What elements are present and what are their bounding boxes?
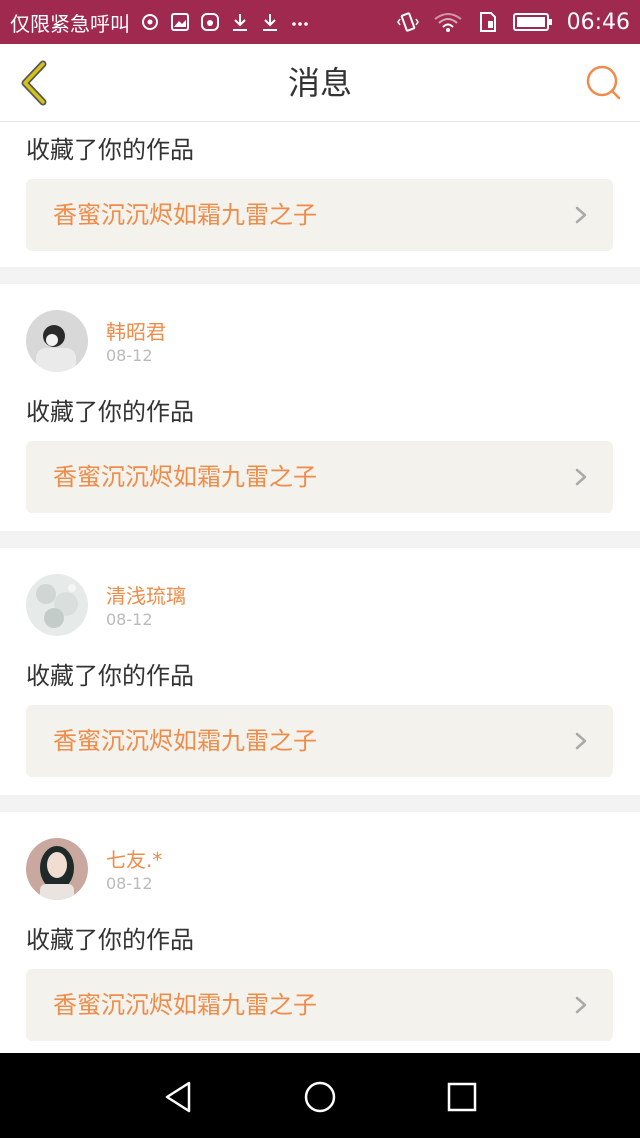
work-title: 香蜜沉沉烬如霜九雷之子 [53,463,317,491]
avatar[interactable] [26,574,88,636]
chevron-right-icon [575,468,587,486]
battery-icon [512,11,553,33]
avatar[interactable] [26,838,88,900]
username[interactable]: 七友.* [106,844,162,873]
message-list[interactable]: 收藏了你的作品 香蜜沉沉烬如霜九雷之子 韩昭君 08-12 收藏了你的作品 香蜜… [0,122,640,1053]
chevron-right-icon [575,732,587,750]
page-title: 消息 [287,64,352,102]
work-link[interactable]: 香蜜沉沉烬如霜九雷之子 [26,969,613,1041]
nav-home-button[interactable] [298,1075,342,1119]
avatar[interactable] [26,310,88,372]
message-date: 08-12 [106,874,153,893]
home-circle-icon [304,1081,336,1113]
user-row[interactable]: 韩昭君 08-12 [26,310,586,372]
camera-icon [200,12,220,32]
work-link[interactable]: 香蜜沉沉烬如霜九雷之子 [26,705,613,777]
download-icon [230,12,250,32]
search-button[interactable] [584,63,624,103]
work-link[interactable]: 香蜜沉沉烬如霜九雷之子 [26,179,613,251]
action-text: 收藏了你的作品 [26,136,194,164]
work-title: 香蜜沉沉烬如霜九雷之子 [53,201,317,229]
username[interactable]: 清浅琉璃 [106,580,186,609]
carrier-text: 仅限紧急呼叫 [10,11,130,36]
system-nav-bar [0,1053,640,1138]
action-text: 收藏了你的作品 [26,926,194,954]
vibrate-icon [396,11,419,33]
message-date: 08-12 [106,346,153,365]
status-left: 仅限紧急呼叫 [10,8,310,37]
nav-back-button[interactable] [157,1075,201,1119]
message-card: 清浅琉璃 08-12 收藏了你的作品 香蜜沉沉烬如霜九雷之子 [0,548,640,795]
user-row[interactable]: 清浅琉璃 08-12 [26,574,586,636]
sim-icon [477,11,499,33]
message-card: 韩昭君 08-12 收藏了你的作品 香蜜沉沉烬如霜九雷之子 [0,284,640,531]
user-row[interactable]: 七友.* 08-12 [26,838,586,900]
search-icon [586,65,621,100]
back-triangle-icon [165,1081,191,1113]
status-right: 06:46 [396,9,630,35]
location-icon [140,12,160,32]
message-card: 收藏了你的作品 香蜜沉沉烬如霜九雷之子 [0,122,640,267]
chevron-right-icon [575,206,587,224]
more-dots-icon [290,12,310,32]
header-bar: 消息 [0,44,640,122]
message-date: 08-12 [106,610,153,629]
message-card: 七友.* 08-12 收藏了你的作品 香蜜沉沉烬如霜九雷之子 [0,812,640,1053]
work-link[interactable]: 香蜜沉沉烬如霜九雷之子 [26,441,613,513]
username[interactable]: 韩昭君 [106,316,166,345]
status-bar: 仅限紧急呼叫 06:46 [0,0,640,44]
wifi-icon [433,11,463,33]
image-icon [170,12,190,32]
action-text: 收藏了你的作品 [26,662,194,690]
work-title: 香蜜沉沉烬如霜九雷之子 [53,991,317,1019]
recents-square-icon [447,1082,477,1112]
action-text: 收藏了你的作品 [26,398,194,426]
chevron-right-icon [575,996,587,1014]
status-time: 06:46 [566,9,630,35]
download-icon [260,12,280,32]
nav-recents-button[interactable] [440,1075,484,1119]
work-title: 香蜜沉沉烬如霜九雷之子 [53,727,317,755]
